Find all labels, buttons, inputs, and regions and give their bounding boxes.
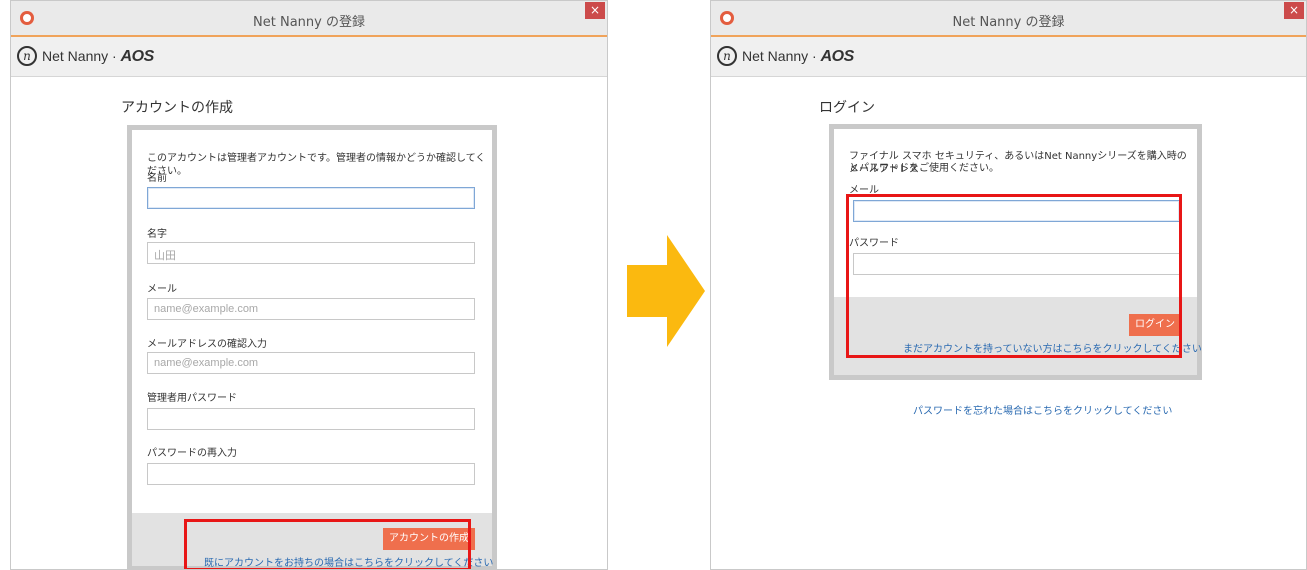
right-arrow-icon <box>627 235 705 347</box>
registration-window-login: Net Nanny の登録 × n Net Nanny · AOS ログイン フ… <box>710 0 1307 570</box>
password-confirm-label: パスワードの再入力 <box>147 448 237 459</box>
brand-name-text: Net Nanny · <box>42 48 117 64</box>
brand-bar: n Net Nanny · AOS <box>11 37 607 77</box>
brand-name-text: Net Nanny · <box>742 48 817 64</box>
highlight-box <box>184 519 471 569</box>
email-label: メール <box>147 284 177 295</box>
page-title: ログイン <box>819 100 875 116</box>
last-name-input[interactable]: 山田 <box>147 242 475 264</box>
email-field[interactable]: name@example.com <box>147 298 475 320</box>
net-nanny-logo-icon: n <box>717 46 737 66</box>
admin-notice: このアカウントは管理者アカウントです。管理者の情報かどうか確認してください。 <box>147 153 486 177</box>
window-title: Net Nanny の登録 <box>253 15 365 30</box>
brand-name: Net Nanny · AOS <box>742 48 854 66</box>
first-name-input[interactable] <box>147 187 475 209</box>
registration-window-create: Net Nanny の登録 × n Net Nanny · AOS アカウントの… <box>10 0 608 570</box>
create-account-panel: このアカウントは管理者アカウントです。管理者の情報かどうか確認してください。 名… <box>127 125 497 569</box>
brand-partner: AOS <box>820 48 855 65</box>
last-name-label: 名字 <box>147 229 167 240</box>
first-name-label: 名前 <box>147 173 167 184</box>
email-confirm-field[interactable]: name@example.com <box>147 352 475 374</box>
close-icon[interactable]: × <box>585 2 605 19</box>
forgot-password-link[interactable]: パスワードを忘れた場合はこちらをクリックしてください <box>913 402 1172 417</box>
brand-name: Net Nanny · AOS <box>42 48 154 66</box>
brand-partner: AOS <box>120 48 155 65</box>
login-notice-line2: とパスワードをご使用ください。 <box>849 163 999 174</box>
password-confirm-field[interactable] <box>147 463 475 485</box>
window-title: Net Nanny の登録 <box>952 15 1065 30</box>
highlight-box <box>846 194 1182 358</box>
title-bar: Net Nanny の登録 × <box>711 1 1306 37</box>
title-bar: Net Nanny の登録 × <box>11 1 607 37</box>
net-nanny-logo-icon: n <box>17 46 37 66</box>
admin-password-label: 管理者用パスワード <box>147 393 237 404</box>
close-icon[interactable]: × <box>1284 2 1304 19</box>
email-confirm-label: メールアドレスの確認入力 <box>147 339 267 350</box>
page-title: アカウントの作成 <box>121 100 233 116</box>
admin-password-field[interactable] <box>147 408 475 430</box>
brand-bar: n Net Nanny · AOS <box>711 37 1306 77</box>
